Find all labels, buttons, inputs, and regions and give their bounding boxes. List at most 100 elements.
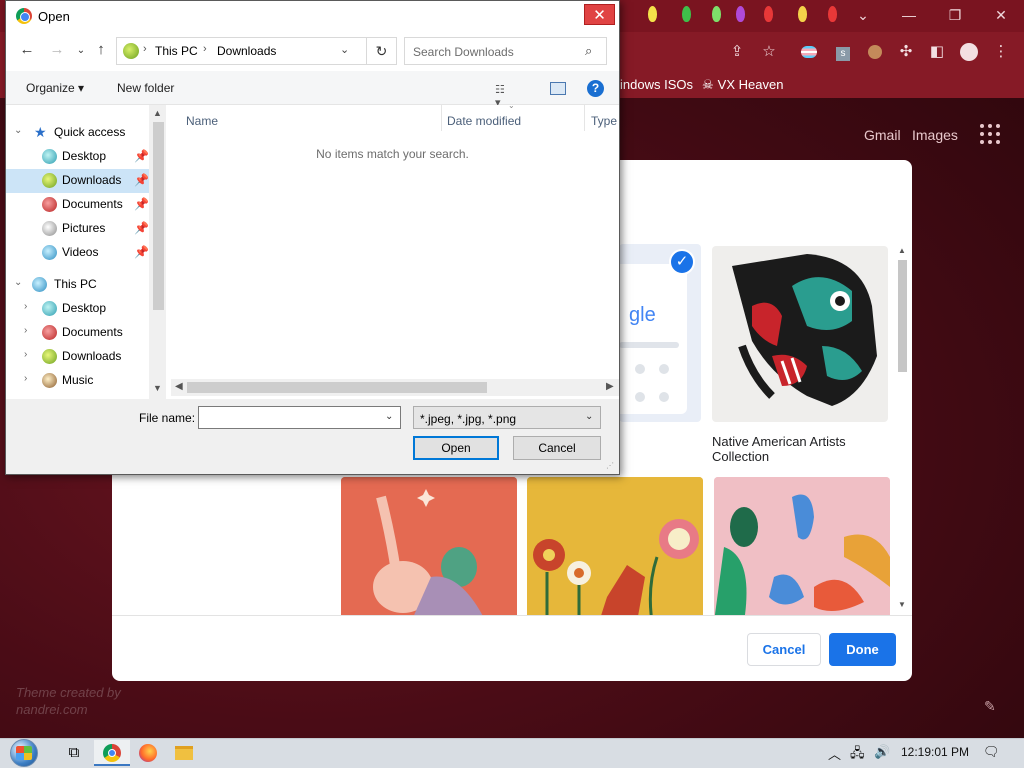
refresh-icon[interactable]: ↻ (366, 37, 396, 65)
customize-done-button[interactable]: Done (829, 633, 896, 666)
file-name-dropdown-icon[interactable]: ⌄ (385, 411, 393, 422)
collapse-chevron-icon[interactable]: › (24, 325, 27, 336)
show-hidden-icons-chevron-icon[interactable]: ︿ (828, 744, 841, 763)
images-link[interactable]: Images (912, 127, 958, 143)
expand-chevron-icon[interactable]: ⌄ (14, 277, 22, 288)
background-tile-flowers-pink[interactable] (714, 477, 890, 615)
dialog-title: Open (38, 9, 70, 24)
theme-credit-line-2[interactable]: nandrei.com (16, 701, 121, 718)
back-arrow-icon[interactable]: ← (18, 41, 36, 61)
nav-quick-access[interactable]: ⌄ ★ Quick access (6, 121, 149, 145)
file-list-pane[interactable]: Name Date modified ⌄ Type No items match… (166, 101, 619, 399)
file-type-filter[interactable]: *.jpeg, *.jpg, *.png ⌄ (413, 406, 601, 429)
recent-locations-chevron-icon[interactable]: ⌄ (72, 45, 90, 65)
dialog-close-button[interactable]: ✕ (584, 4, 615, 25)
address-dropdown-icon[interactable]: ⌄ (340, 43, 349, 56)
file-type-dropdown-icon[interactable]: ⌄ (585, 411, 593, 422)
help-icon[interactable]: ? (587, 80, 604, 97)
customize-cancel-button[interactable]: Cancel (747, 633, 821, 666)
nav-pc-documents[interactable]: › Documents (6, 321, 149, 345)
gallery-scrollbar[interactable]: ▲ ▼ (896, 244, 908, 614)
action-center-icon[interactable]: 🗨 (983, 744, 1000, 760)
change-view-icon[interactable]: ☷ ▾ (495, 83, 511, 109)
file-name-label: File name: (139, 411, 196, 425)
google-apps-icon[interactable] (980, 124, 1000, 144)
close-button[interactable]: ✕ (978, 0, 1024, 30)
column-header-date-modified[interactable]: Date modified (447, 114, 521, 128)
nav-qa-desktop[interactable]: Desktop 📌 (6, 145, 149, 169)
collapse-chevron-icon[interactable]: › (24, 373, 27, 384)
nav-pc-desktop[interactable]: › Desktop (6, 297, 149, 321)
open-button[interactable]: Open (413, 436, 499, 460)
resize-grip-icon[interactable]: ⋰ (606, 461, 614, 470)
dialog-cancel-button[interactable]: Cancel (513, 436, 601, 460)
bookmark-vx-heaven-label: VX Heaven (717, 77, 784, 92)
extension-flag-icon[interactable] (798, 41, 820, 63)
skull-icon: ☠ (702, 77, 714, 92)
gallery-scrollbar-thumb[interactable] (898, 260, 907, 372)
background-tile-women-art[interactable] (341, 477, 517, 615)
preview-pane-icon[interactable] (550, 82, 566, 95)
search-field[interactable]: Search Downloads ⌕ (404, 37, 607, 65)
collapse-chevron-icon[interactable]: › (24, 349, 27, 360)
clock[interactable]: 12:19:01 PM (901, 745, 969, 759)
pin-icon: 📌 (134, 245, 149, 259)
up-arrow-icon[interactable]: ↑ (92, 41, 110, 61)
bookmark-windows-isos[interactable]: indows ISOs (620, 77, 693, 92)
this-pc-icon (123, 43, 139, 59)
taskbar-file-explorer-icon[interactable] (166, 740, 202, 766)
bookmark-vx-heaven[interactable]: ☠ VX Heaven (702, 77, 783, 93)
volume-icon[interactable]: 🔊 (874, 744, 890, 760)
nav-pane-scrollbar[interactable]: ▲ ▼ (149, 105, 166, 399)
background-tile-flowers-yellow[interactable] (527, 477, 703, 615)
nav-qa-videos[interactable]: Videos 📌 (6, 241, 149, 265)
selected-check-icon: ✓ (669, 249, 695, 275)
nav-qa-documents[interactable]: Documents 📌 (6, 193, 149, 217)
extensions-puzzle-icon[interactable]: ✣ (895, 41, 917, 63)
background-tile-native-american[interactable] (712, 246, 888, 422)
computer-icon (32, 277, 47, 292)
extension-s-icon[interactable]: s (832, 41, 854, 63)
collapse-chevron-icon[interactable]: › (24, 301, 27, 312)
forward-arrow-icon[interactable]: → (48, 41, 66, 61)
breadcrumb-downloads[interactable]: Downloads (217, 44, 276, 58)
file-pane-horizontal-scrollbar[interactable]: ◀ ▶ (171, 379, 619, 396)
address-bar[interactable]: › This PC › Downloads ⌄ (116, 37, 397, 65)
gmail-link[interactable]: Gmail (864, 127, 901, 143)
horizontal-scrollbar-thumb[interactable] (187, 382, 487, 393)
documents-icon (42, 197, 57, 212)
chrome-menu-icon[interactable]: ⋮ (990, 41, 1012, 63)
share-icon[interactable]: ⇪ (726, 41, 748, 63)
nav-pc-downloads[interactable]: › Downloads (6, 345, 149, 369)
nav-qa-downloads[interactable]: Downloads 📌 (6, 169, 149, 193)
organize-button[interactable]: Organize ▾ (26, 81, 84, 95)
bookmark-star-icon[interactable]: ☆ (758, 41, 780, 63)
restore-button[interactable]: ❐ (932, 0, 978, 30)
file-name-input[interactable]: ⌄ (198, 406, 401, 429)
expand-chevron-icon[interactable]: ⌄ (14, 125, 22, 136)
nav-pc-music[interactable]: › Music (6, 369, 149, 393)
network-icon[interactable]: 🖧 (850, 744, 865, 766)
column-header-type[interactable]: Type (591, 114, 617, 128)
taskbar-chrome-icon[interactable] (94, 740, 130, 766)
task-view-icon[interactable]: ⧉ (56, 740, 92, 766)
nav-pane-scrollbar-thumb[interactable] (153, 122, 164, 310)
customize-pencil-icon[interactable]: ✎ (984, 698, 996, 715)
profile-avatar-icon[interactable] (958, 41, 980, 63)
side-panel-icon[interactable]: ◧ (926, 41, 948, 63)
downloads-icon (42, 349, 57, 364)
new-folder-button[interactable]: New folder (117, 81, 174, 95)
nav-item-label: Pictures (62, 221, 106, 235)
pin-icon: 📌 (134, 149, 149, 163)
column-header-name[interactable]: Name (186, 114, 218, 128)
nav-this-pc[interactable]: ⌄ This PC (6, 273, 149, 297)
taskbar-firefox-icon[interactable] (130, 740, 166, 766)
tab-search-icon[interactable]: ⌄ (840, 0, 886, 30)
search-icon: ⌕ (585, 43, 593, 58)
nav-qa-pictures[interactable]: Pictures 📌 (6, 217, 149, 241)
start-button[interactable] (8, 738, 44, 768)
breadcrumb-this-pc[interactable]: This PC (155, 44, 198, 58)
minimize-button[interactable]: — (886, 0, 932, 30)
navigation-pane[interactable]: ⌄ ★ Quick access Desktop 📌 Downloads 📌 D… (6, 105, 149, 399)
extension-avatar-icon[interactable] (864, 41, 886, 63)
